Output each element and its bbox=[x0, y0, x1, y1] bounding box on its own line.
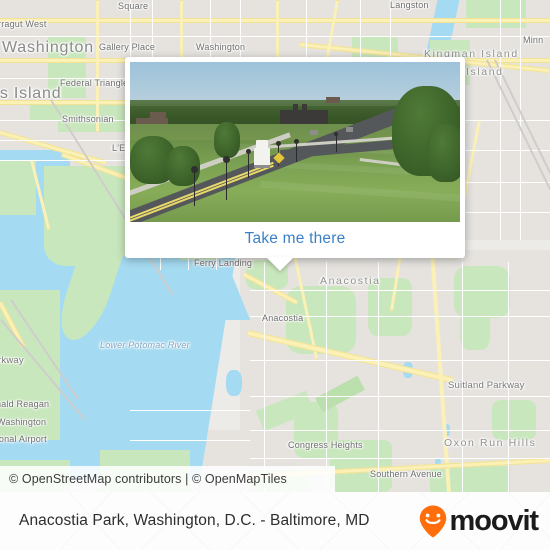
photo-tree bbox=[426, 124, 460, 182]
photo-lamp-post bbox=[336, 134, 337, 152]
photo-lamp-head bbox=[223, 156, 230, 163]
photo-building bbox=[302, 104, 307, 112]
take-me-there-label: Take me there bbox=[244, 230, 346, 247]
map-street bbox=[460, 150, 550, 151]
photo-car bbox=[346, 127, 353, 132]
photo-building bbox=[150, 112, 166, 119]
screenshot-root: Square Langston rragut West Gallery Place Wa… bbox=[0, 0, 550, 550]
popup-pointer-tail bbox=[266, 257, 294, 271]
moovit-logo[interactable]: moovit bbox=[418, 504, 550, 538]
map-park bbox=[48, 36, 86, 98]
map-attribution: © OpenStreetMap contributors | © OpenMap… bbox=[0, 466, 335, 492]
map-street bbox=[250, 316, 550, 317]
photo-lamp-post bbox=[226, 160, 227, 200]
map-park bbox=[466, 0, 526, 28]
map-street bbox=[250, 396, 550, 397]
photo-truck bbox=[254, 148, 270, 166]
map-road-major bbox=[0, 18, 550, 23]
map-park bbox=[430, 466, 510, 492]
photo-building bbox=[293, 104, 298, 112]
photo-lamp-head bbox=[276, 141, 281, 146]
photo-truck-shadow bbox=[254, 165, 270, 168]
map-park bbox=[0, 160, 36, 215]
footer-bar: Anacostia Park, Washington, D.C. - Balti… bbox=[0, 492, 550, 550]
moovit-pin-icon bbox=[419, 505, 446, 538]
map-park bbox=[492, 400, 536, 440]
map-street bbox=[250, 430, 550, 431]
map-street bbox=[130, 410, 250, 411]
moovit-wordmark: moovit bbox=[449, 504, 540, 537]
map-street bbox=[508, 262, 509, 492]
map-street bbox=[264, 262, 265, 492]
map-street bbox=[250, 458, 550, 459]
photo-lamp-head bbox=[246, 149, 251, 154]
page-title: Anacostia Park, Washington, D.C. - Balti… bbox=[19, 512, 370, 529]
photo-lamp-head bbox=[334, 132, 338, 136]
map-street bbox=[326, 262, 327, 492]
map-park-airport bbox=[0, 290, 60, 440]
map-street bbox=[130, 440, 250, 441]
map-street bbox=[460, 120, 550, 121]
photo-car bbox=[310, 130, 318, 135]
map-street bbox=[378, 262, 379, 492]
place-popup-card[interactable]: Take me there bbox=[125, 57, 465, 258]
photo-lamp-post bbox=[194, 170, 195, 206]
photo-truck bbox=[256, 140, 268, 149]
map-street bbox=[462, 262, 463, 492]
take-me-there-button[interactable]: Take me there bbox=[130, 223, 460, 255]
photo-lamp-post bbox=[248, 152, 249, 178]
photo-lamp-head bbox=[294, 139, 299, 144]
map-attribution-text: © OpenStreetMap contributors | © OpenMap… bbox=[9, 472, 287, 486]
place-photo bbox=[130, 62, 460, 222]
map-street bbox=[250, 290, 550, 291]
photo-lamp-head bbox=[191, 166, 198, 173]
map-street bbox=[0, 36, 550, 37]
photo-building bbox=[326, 97, 340, 103]
map-street bbox=[250, 360, 550, 361]
map-water-pond bbox=[226, 370, 242, 396]
map-road-major bbox=[96, 0, 99, 132]
photo-tree bbox=[214, 122, 240, 158]
photo-lamp-post bbox=[296, 142, 297, 162]
